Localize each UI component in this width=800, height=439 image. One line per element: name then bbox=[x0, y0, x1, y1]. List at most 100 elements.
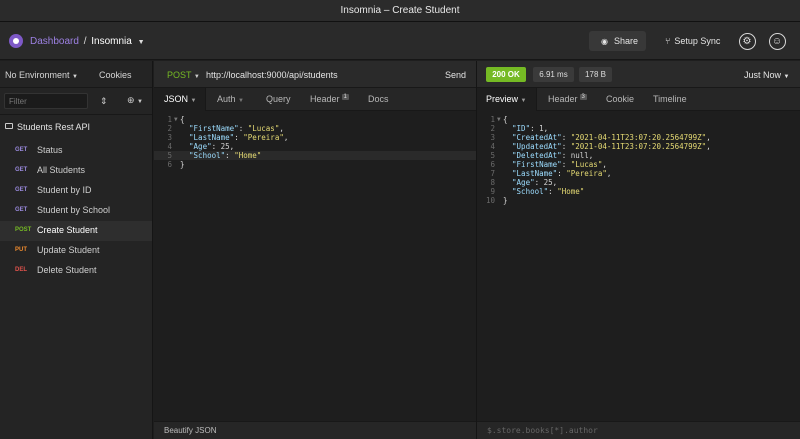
code-line: 4 "Age": 25, bbox=[154, 142, 476, 151]
method-badge: GET bbox=[15, 167, 28, 173]
share-button[interactable]: ◉ Share bbox=[589, 31, 646, 51]
chevron-down-icon: ▼ bbox=[193, 74, 200, 80]
request-label: All Students bbox=[37, 165, 86, 175]
json-comma: , bbox=[552, 178, 558, 187]
method-dropdown[interactable]: POST ▼ bbox=[167, 70, 200, 80]
code-line: 3 "CreatedAt": "2021-04-11T23:07:20.2564… bbox=[477, 133, 800, 142]
code-line: 6 "FirstName": "Lucas", bbox=[477, 160, 800, 169]
sort-icon[interactable]: ⇕ bbox=[100, 96, 108, 107]
fold-icon[interactable]: ▼ bbox=[497, 115, 501, 124]
cookies-button[interactable]: Cookies bbox=[99, 70, 132, 80]
request-create-student[interactable]: POST Create Student bbox=[0, 221, 152, 241]
breadcrumb-separator: / bbox=[83, 36, 87, 47]
json-value: "Lucas" bbox=[247, 124, 280, 133]
line-number: 1 bbox=[167, 115, 172, 124]
response-size-badge: 178 B bbox=[579, 67, 612, 82]
json-key: "Age" bbox=[189, 142, 212, 151]
tab-auth[interactable]: Auth ▼ bbox=[217, 94, 244, 104]
json-key: "LastName" bbox=[189, 133, 235, 142]
json-key: "School" bbox=[512, 187, 549, 196]
workspace-name[interactable]: Insomnia bbox=[91, 36, 132, 47]
json-key: "Age" bbox=[512, 178, 535, 187]
code-text: "FirstName": "Lucas", bbox=[512, 160, 607, 169]
send-button[interactable]: Send bbox=[445, 70, 466, 80]
user-icon: ☺ bbox=[768, 32, 786, 50]
tab-timeline[interactable]: Timeline bbox=[653, 94, 687, 104]
request-update-student[interactable]: PUT Update Student bbox=[0, 241, 152, 261]
code-line: 4 "UpdatedAt": "2021-04-11T23:07:20.2564… bbox=[477, 142, 800, 151]
insomnia-logo-icon[interactable] bbox=[9, 34, 23, 48]
method-badge: POST bbox=[15, 227, 32, 233]
code-line: 9 "School": "Home" bbox=[477, 187, 800, 196]
code-text: "School": "Home" bbox=[189, 151, 262, 160]
request-label: Student by School bbox=[37, 205, 111, 215]
share-icon: ◉ bbox=[601, 36, 608, 46]
json-comma: , bbox=[706, 133, 711, 142]
tab-preview[interactable]: Preview ▼ bbox=[486, 94, 526, 104]
json-key: "FirstName" bbox=[189, 124, 239, 133]
window-title: Insomnia – Create Student bbox=[340, 5, 460, 16]
history-dropdown[interactable]: Just Now ▼ bbox=[744, 70, 789, 80]
request-delete-student[interactable]: DEL Delete Student bbox=[0, 261, 152, 281]
tab-header[interactable]: Header 1 bbox=[310, 94, 349, 104]
filter-row: ⇕ ⊕ ▼ bbox=[0, 88, 152, 115]
fold-icon[interactable]: ▼ bbox=[174, 115, 178, 124]
beautify-json-button[interactable]: Beautify JSON bbox=[164, 426, 216, 435]
request-student-by-school[interactable]: GET Student by School bbox=[0, 201, 152, 221]
app-header: Dashboard / Insomnia ▼ ◉ Share ⑂ Setup S… bbox=[0, 22, 800, 60]
request-status[interactable]: GET Status bbox=[0, 141, 152, 161]
tab-query[interactable]: Query bbox=[266, 94, 291, 104]
line-number: 5 bbox=[167, 151, 172, 160]
sidebar: No Environment ▼ Cookies ⇕ ⊕ ▼ Students … bbox=[0, 61, 153, 439]
environment-dropdown[interactable]: No Environment ▼ bbox=[5, 70, 78, 80]
chevron-down-icon[interactable]: ▼ bbox=[138, 39, 145, 46]
environment-label: No Environment bbox=[5, 70, 70, 80]
tab-label: Header bbox=[310, 94, 340, 104]
json-comma: , bbox=[279, 124, 284, 133]
folder-icon bbox=[5, 123, 13, 129]
request-label: Status bbox=[37, 145, 63, 155]
response-time-badge: 6.91 ms bbox=[533, 67, 574, 82]
tab-response-header[interactable]: Header 3 bbox=[548, 94, 587, 104]
json-comma: , bbox=[229, 142, 235, 151]
environment-row: No Environment ▼ Cookies bbox=[0, 61, 152, 88]
line-number: 2 bbox=[167, 124, 172, 133]
account-button[interactable]: ☺ bbox=[767, 31, 787, 51]
line-number: 4 bbox=[490, 142, 495, 151]
line-number: 3 bbox=[490, 133, 495, 142]
request-body-editor[interactable]: 1 ▼{ 2 "FirstName": "Lucas", 3 "LastName"… bbox=[154, 111, 476, 421]
tab-label: Header bbox=[548, 94, 578, 104]
tab-label: Auth bbox=[217, 94, 236, 104]
response-body-viewer[interactable]: 1 ▼{ 2 "ID": 1, 3 "CreatedAt": "2021-04-1… bbox=[477, 111, 800, 421]
json-key: "DeletedAt" bbox=[512, 151, 562, 160]
code-text: "LastName": "Pereira", bbox=[512, 169, 612, 178]
json-comma: , bbox=[588, 151, 594, 160]
json-value: "2021-04-11T23:07:20.2564799Z" bbox=[570, 142, 707, 151]
json-key: "ID" bbox=[512, 124, 531, 133]
response-filter-input[interactable]: $.store.books[*].author bbox=[487, 426, 598, 435]
method-badge: GET bbox=[15, 187, 28, 193]
request-tabs: JSON ▼ Auth ▼ Query Header 1 Docs bbox=[154, 88, 476, 111]
json-key: "CreatedAt" bbox=[512, 133, 562, 142]
code-text: "FirstName": "Lucas", bbox=[189, 124, 284, 133]
code-text: "DeletedAt": null, bbox=[512, 151, 594, 160]
tab-docs[interactable]: Docs bbox=[368, 94, 389, 104]
request-all-students[interactable]: GET All Students bbox=[0, 161, 152, 181]
json-key: "School" bbox=[189, 151, 226, 160]
url-input[interactable]: http://localhost:9000/api/students bbox=[206, 70, 338, 80]
add-menu-icon[interactable]: ⊕ ▼ bbox=[127, 95, 143, 106]
setup-sync-button[interactable]: ⑂ Setup Sync bbox=[659, 31, 727, 51]
breadcrumb: Dashboard / Insomnia ▼ bbox=[30, 36, 145, 47]
json-comma: , bbox=[543, 124, 549, 133]
settings-button[interactable]: ⚙ bbox=[737, 31, 757, 51]
dashboard-link[interactable]: Dashboard bbox=[30, 36, 79, 47]
json-value: "Home" bbox=[557, 187, 585, 196]
json-value: "Pereira" bbox=[566, 169, 607, 178]
tab-cookie[interactable]: Cookie bbox=[606, 94, 634, 104]
filter-input[interactable] bbox=[4, 93, 88, 109]
tab-body-json[interactable]: JSON ▼ bbox=[164, 94, 196, 104]
code-line: 10} bbox=[477, 196, 800, 205]
folder-students-rest-api[interactable]: Students Rest API bbox=[0, 115, 152, 141]
folder-label: Students Rest API bbox=[17, 122, 91, 132]
request-student-by-id[interactable]: GET Student by ID bbox=[0, 181, 152, 201]
